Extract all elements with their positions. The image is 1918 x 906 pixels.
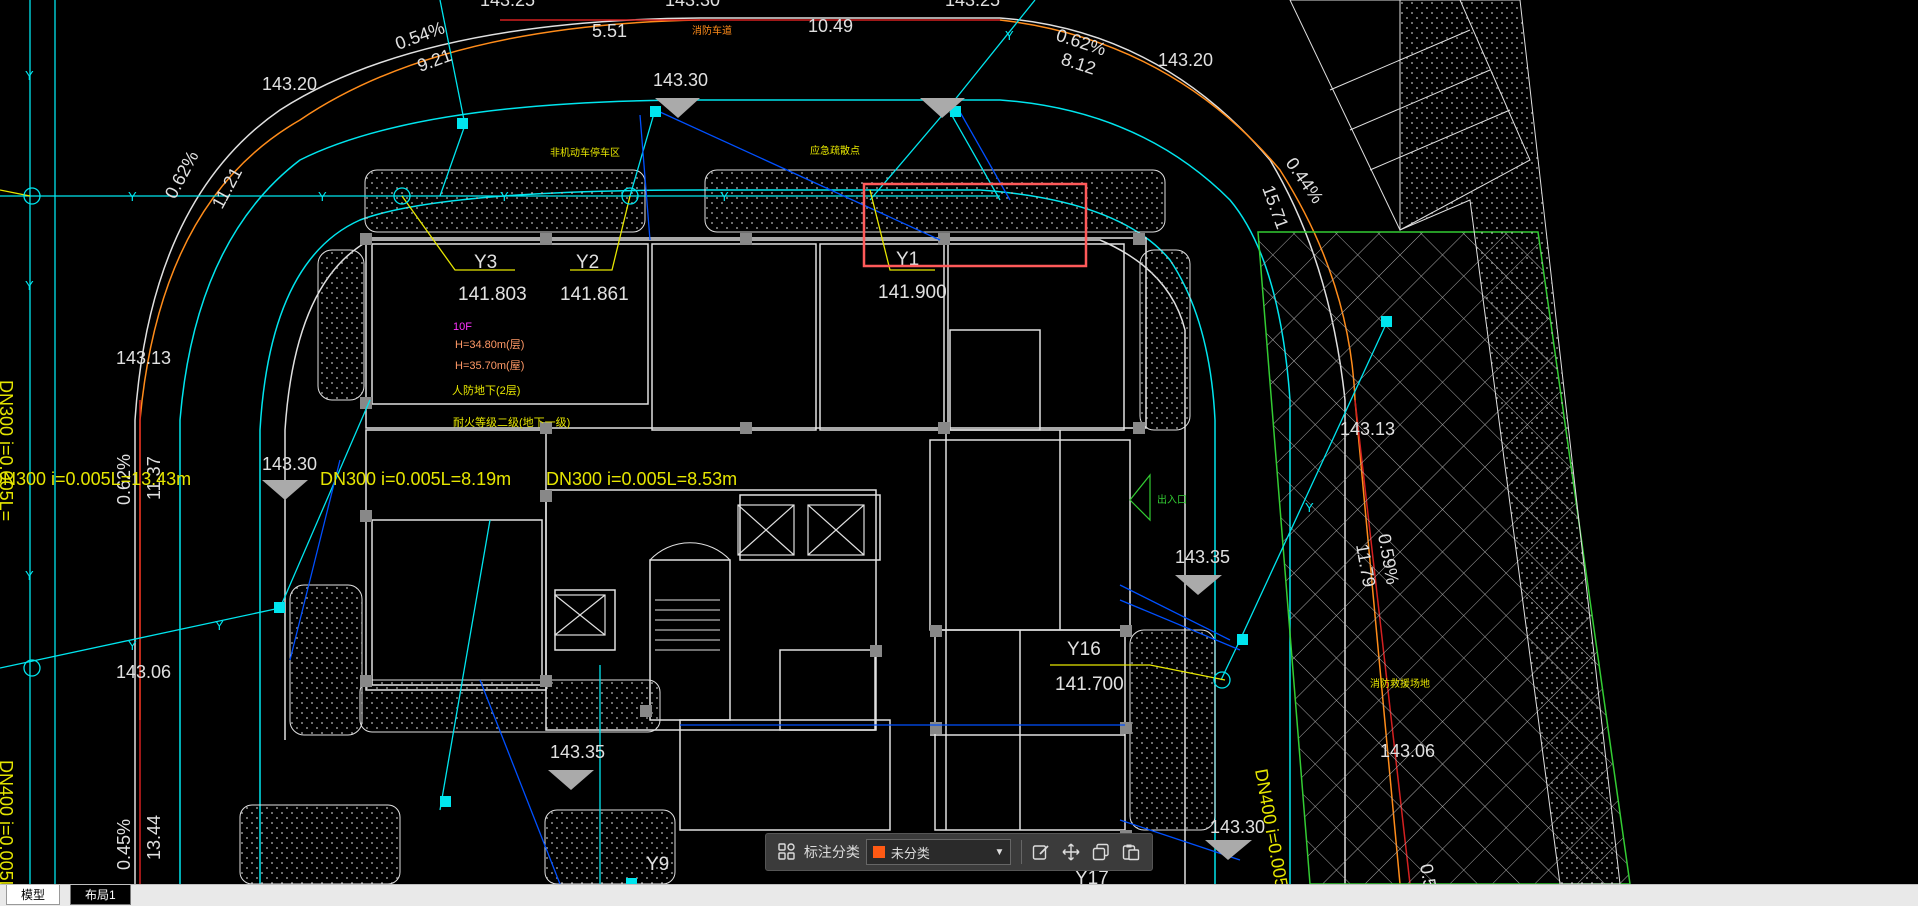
- manhole-id: Y9: [646, 854, 669, 875]
- pipe-label: DN400 i=0.005L: [0, 760, 16, 884]
- slope-label: 9.21: [415, 45, 455, 76]
- building-height-note: H=35.70m(屋): [455, 359, 524, 372]
- y-marker: Y: [1005, 28, 1014, 43]
- building-fire-note: 耐火等级二级(地下一级): [453, 415, 570, 429]
- elev-label: 143.30: [262, 454, 317, 474]
- elev-label: 143.13: [116, 348, 171, 368]
- elev-label: 143.20: [1158, 50, 1213, 70]
- grid-icon[interactable]: [776, 841, 798, 863]
- category-select-value: 未分类: [890, 845, 930, 861]
- toolbar-divider: [1021, 840, 1023, 864]
- building-height-note: H=34.80m(层): [455, 338, 524, 351]
- edit-icon[interactable]: [1030, 841, 1052, 863]
- elev-label: 143.25: [945, 0, 1000, 10]
- y-marker: Y: [215, 618, 224, 633]
- y-marker: Y: [500, 189, 509, 204]
- building-plan: [365, 237, 1147, 831]
- elev-label: 143.06: [1380, 741, 1435, 761]
- elev-label: 143.30: [653, 70, 708, 90]
- category-color-swatch: [872, 846, 885, 858]
- cad-drawing-canvas[interactable]: 143.25 143.30 143.25 143.20 143.20 143.1…: [0, 0, 1918, 884]
- pipe-label: DN300 i=0.005L=8.19m: [320, 469, 511, 489]
- planting-bottom-left: [359, 679, 661, 733]
- annotation-category-label: 标注分类: [803, 844, 860, 860]
- move-icon[interactable]: [1060, 841, 1082, 863]
- y-marker: Y: [25, 278, 34, 293]
- slope-label: 5.51: [592, 21, 627, 41]
- manhole-level: 141.861: [560, 284, 629, 305]
- building-basement-note: 人防地下(2层): [452, 383, 520, 397]
- pipe-label: DN300 i=0.005L=: [0, 380, 16, 521]
- stair: [649, 542, 731, 651]
- elev-label: 143.13: [1340, 419, 1395, 439]
- curb-inner: [284, 239, 1186, 884]
- elev-label: 143.06: [116, 662, 171, 682]
- rain-drain-lines: [0, 189, 1226, 681]
- y-marker: Y: [318, 189, 327, 204]
- slope-label: 11.21: [208, 164, 246, 212]
- y-marker: Y: [1305, 500, 1314, 515]
- slope-label: 0.45%: [114, 819, 134, 870]
- planting-left: [289, 584, 363, 736]
- planting-right: [1139, 249, 1191, 431]
- structural-columns: [360, 233, 1145, 842]
- slope-label: 0.44%: [1282, 154, 1328, 207]
- chevron-down-icon: ▼: [994, 846, 1005, 858]
- tab-model[interactable]: 模型: [6, 885, 61, 905]
- manhole-level: 141.803: [458, 284, 527, 305]
- elevators: [554, 504, 865, 636]
- manhole-level: 141.700: [1055, 674, 1124, 695]
- y-marker: Y: [128, 189, 137, 204]
- elev-label: 143.25: [480, 0, 535, 10]
- slope-label: 0.5: [1416, 862, 1440, 884]
- slope-label: 0.62%: [161, 147, 203, 201]
- slope-label: 13.44: [144, 815, 164, 860]
- manhole-id: Y16: [1067, 639, 1101, 660]
- planting-left-top: [317, 249, 365, 401]
- y-marker: Y: [25, 68, 34, 83]
- annotation-toolbar: 标注分类 未分类 ▼: [765, 833, 1153, 871]
- y-marker: Y: [25, 568, 34, 583]
- manhole-level: 141.900: [878, 282, 947, 303]
- layout-tab-bar: 模型 布局1: [0, 884, 1918, 906]
- manhole-id: Y2: [576, 252, 599, 273]
- zone-label: 出入口: [1157, 493, 1187, 506]
- planting-bottom: [239, 804, 401, 884]
- zone-label: 非机动车停车区: [550, 146, 620, 159]
- elev-label: 143.35: [550, 742, 605, 762]
- zone-label: 消防车道: [692, 24, 732, 37]
- paste-icon[interactable]: [1120, 841, 1142, 863]
- tab-layout1[interactable]: 布局1: [70, 885, 131, 905]
- rain-pipe-arc: [139, 19, 701, 720]
- slope-label: 10.49: [808, 16, 853, 36]
- planting-right-low: [1129, 629, 1216, 831]
- zone-label: 消防救援场地: [1370, 677, 1430, 690]
- manholes: [23, 187, 1231, 689]
- manhole-id: Y3: [474, 252, 497, 273]
- y-marker: Y: [720, 189, 729, 204]
- entrance-arrow: [1129, 473, 1151, 522]
- elev-label: 143.30: [1210, 817, 1265, 837]
- y-marker: Y: [128, 638, 137, 653]
- building-floor-note: 10F: [453, 321, 472, 333]
- pipe-label: DN300 i=0.005L=8.53m: [546, 469, 737, 489]
- zone-label: 应急疏散点: [810, 144, 860, 157]
- elev-label: 143.20: [262, 74, 317, 94]
- copy-icon[interactable]: [1090, 841, 1112, 863]
- pipe-label: DN300 i=0.005L=13.43m: [0, 469, 191, 489]
- elev-label: 143.30: [665, 0, 720, 10]
- planting-top-right: [704, 169, 1166, 233]
- elev-label: 143.35: [1175, 547, 1230, 567]
- annotation-category-select[interactable]: 未分类 ▼: [865, 839, 1012, 865]
